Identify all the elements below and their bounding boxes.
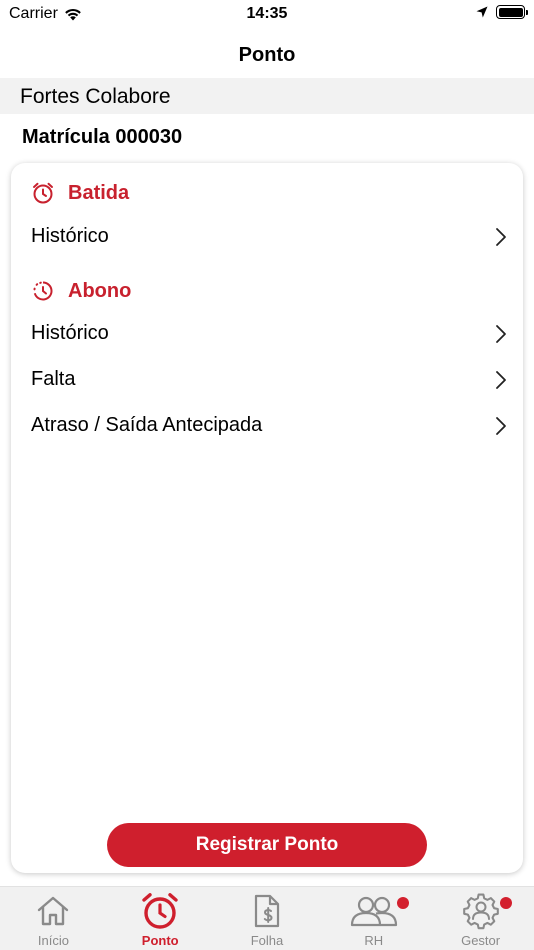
tab-label: Gestor [461,933,501,948]
ponto-screen: Carrier 14:35 Ponto Fortes Colabore Matr… [0,0,534,950]
tab-label: Ponto [141,933,179,948]
status-bar: Carrier 14:35 [0,0,534,30]
row-label: Falta [31,368,76,390]
tab-gestor[interactable]: Gestor [427,887,534,950]
clock: 14:35 [246,5,288,22]
tab-ponto[interactable]: Ponto [107,887,214,950]
alarm-clock-icon [142,893,178,929]
ponto-menu-card: Batida Histórico Abono Histórico Falta A… [11,163,523,873]
tab-label: Folha [250,933,284,948]
section-abono-header: Abono [31,279,131,303]
registrar-ponto-button[interactable]: Registrar Ponto [107,823,427,867]
tab-label: RH [364,933,384,948]
company-name: Fortes Colabore [20,85,171,108]
tab-folha[interactable]: Folha [214,887,321,950]
rh-notification-badge [397,897,410,909]
gear-person-icon [462,893,499,930]
tab-rh[interactable]: RH [320,887,427,950]
row-label: Atraso / Saída Antecipada [31,414,263,436]
status-right [476,5,528,19]
row-label: Histórico [31,322,109,344]
location-arrow-icon [476,6,488,18]
section-abono-title: Abono [68,279,132,302]
page-title: Ponto [238,44,296,66]
matricula-label: Matrícula 000030 [22,126,183,148]
alarm-clock-icon [33,182,53,204]
gestor-notification-badge [500,897,513,909]
payslip-icon [254,894,280,928]
chevron-right-icon [496,325,506,343]
tab-bar: Início Ponto Folha RH Gestor [0,886,534,950]
section-batida-title: Batida [68,181,130,204]
abono-historico-row[interactable]: Histórico [11,314,523,354]
tab-inicio[interactable]: Início [0,887,107,950]
navigation-bar: Ponto [0,30,534,80]
row-label: Histórico [31,225,109,247]
home-icon [38,896,69,926]
chevron-right-icon [496,228,506,246]
abono-falta-row[interactable]: Falta [11,360,523,400]
section-batida-header: Batida [31,181,129,205]
company-band: Fortes Colabore [0,78,534,114]
battery-icon [496,5,528,19]
people-icon [350,896,397,927]
chevron-right-icon [496,371,506,389]
batida-historico-row[interactable]: Histórico [11,217,523,257]
clock-dashed-icon [33,281,53,301]
tab-label: Início [37,933,69,948]
chevron-right-icon [496,417,506,435]
abono-atraso-row[interactable]: Atraso / Saída Antecipada [11,406,523,446]
